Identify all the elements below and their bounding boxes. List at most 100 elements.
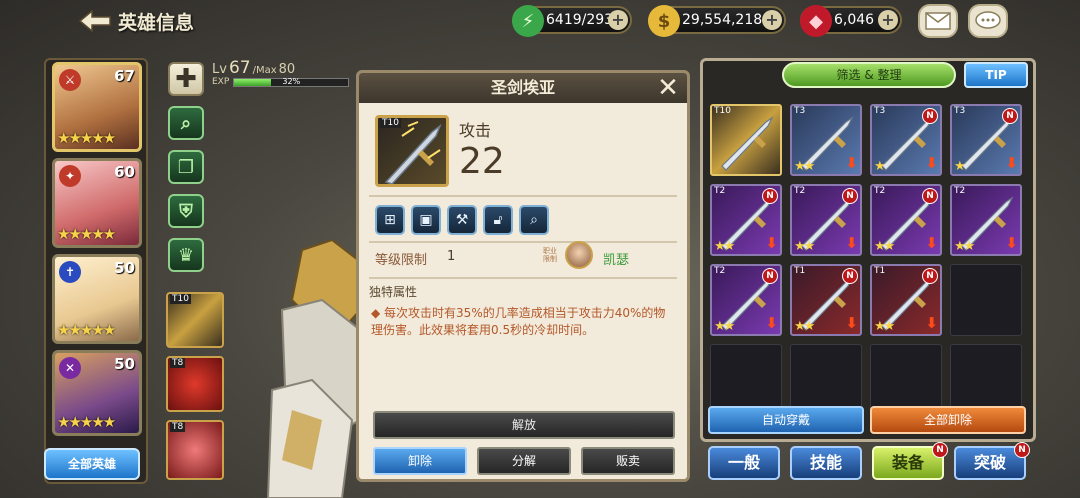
inventory-item[interactable]: T3 ★★ ⬇ xyxy=(790,104,862,176)
inventory-item[interactable]: T2 N ★★ ⬇ xyxy=(870,184,942,256)
sword-icon xyxy=(384,121,442,184)
item-stars: ★★ xyxy=(874,319,895,334)
add-gold-button[interactable]: + xyxy=(762,10,782,30)
staff-class-icon: ✦ xyxy=(59,165,81,187)
box-icon: ▣ xyxy=(419,212,433,228)
mail-button[interactable] xyxy=(918,4,958,38)
hero-stars: ★★★★★ xyxy=(57,321,116,339)
cards-button[interactable]: ❐ xyxy=(168,150,204,184)
inventory-item[interactable]: T3 N ★ ⬇ xyxy=(870,104,942,176)
exp-percent: 32% xyxy=(282,76,301,86)
box-button[interactable]: ▣ xyxy=(411,205,441,235)
tab-label: 装备 xyxy=(891,453,924,472)
stamina-value: 6419/293 xyxy=(546,12,614,28)
new-badge: N xyxy=(1014,442,1030,458)
exp-label: EXP xyxy=(212,77,230,87)
inspect-button[interactable]: ⌕ xyxy=(168,106,204,140)
search-button[interactable]: ⌕ xyxy=(519,205,549,235)
empty-slot[interactable] xyxy=(950,264,1022,336)
item-icon: T10 xyxy=(375,115,449,187)
down-arrow-icon: ⬇ xyxy=(925,234,938,252)
item-stars: ★ xyxy=(874,159,886,174)
unique-attr-title: 独特属性 xyxy=(369,285,418,299)
dismantle-button[interactable]: 分解 xyxy=(477,447,571,475)
inventory-item[interactable]: T2 N ★★ ⬇ xyxy=(710,184,782,256)
down-arrow-icon: ⬇ xyxy=(845,234,858,252)
hero-level-display: Lv 67 /Max 80 xyxy=(212,58,352,78)
tab-general[interactable]: 一般 xyxy=(708,446,780,480)
lightning-icon: ⚡ xyxy=(512,5,544,37)
enhance-button[interactable]: ⚒ xyxy=(447,205,477,235)
stamina-counter: ⚡ 6419/293 + xyxy=(512,5,632,37)
tip-button[interactable]: TIP xyxy=(964,62,1028,88)
dagger-class-icon: ✕ xyxy=(59,357,81,379)
filter-sort-button[interactable]: 筛选 & 整理 xyxy=(782,62,956,88)
plus-icon: ✚ xyxy=(175,64,197,94)
inventory-item[interactable]: T2 ★★ ⬇ xyxy=(950,184,1022,256)
hero-card[interactable]: ✕ 50 ★★★★★ xyxy=(52,350,142,436)
auto-equip-button[interactable]: 自动穿戴 xyxy=(708,406,864,434)
stat-label: 攻击 xyxy=(459,121,492,140)
new-badge: N xyxy=(842,188,858,204)
compare-button[interactable]: ⊞ xyxy=(375,205,405,235)
armor-button[interactable]: ⛨ xyxy=(168,194,204,228)
item-stars: ★ xyxy=(954,159,966,174)
item-stars: ★★ xyxy=(714,239,735,254)
tier-label: T10 xyxy=(714,106,731,116)
unequip-all-button[interactable]: 全部卸除 xyxy=(870,406,1026,434)
search-icon: ⌕ xyxy=(530,212,538,228)
inventory-item[interactable]: T10 xyxy=(710,104,782,176)
equipped-armor-slot[interactable]: T8 xyxy=(166,356,224,412)
hero-stars: ★★★★★ xyxy=(57,413,116,431)
level-limit-label: 等级限制 xyxy=(375,253,428,268)
add-stamina-button[interactable]: + xyxy=(608,10,628,30)
tier-label: T10 xyxy=(170,294,191,304)
add-gem-button[interactable]: + xyxy=(878,10,898,30)
all-heroes-button[interactable]: 全部英雄 xyxy=(44,448,140,480)
hero-stars: ★★★★★ xyxy=(57,129,116,147)
lock-button[interactable]: 🔓︎ xyxy=(483,205,513,235)
tier-label: T3 xyxy=(954,106,966,116)
item-name: 圣剑埃亚 xyxy=(359,73,687,103)
sell-button[interactable]: 贩卖 xyxy=(581,447,675,475)
hero-armor-figure xyxy=(262,238,362,498)
sword-class-icon: ⚔ xyxy=(59,69,81,91)
hero-card[interactable]: ⚔ 67 ★★★★★ xyxy=(52,62,142,152)
tab-equipment[interactable]: 装备 N xyxy=(872,442,948,480)
new-badge: N xyxy=(922,108,938,124)
equipped-weapon-slot[interactable]: T10 xyxy=(166,292,224,348)
hero-list: ⚔ 67 ★★★★★ ✦ 60 ★★★★★ ✝ 50 ★★★★★ ✕ 50 ★★… xyxy=(44,58,148,484)
release-button[interactable]: 解放 xyxy=(373,411,675,439)
tab-label: 一般 xyxy=(727,453,760,472)
down-arrow-icon: ⬇ xyxy=(925,154,938,172)
hero-card[interactable]: ✦ 60 ★★★★★ xyxy=(52,158,142,248)
class-name: 凯瑟 xyxy=(603,253,630,268)
inventory-item[interactable]: T2 N ★★ ⬇ xyxy=(790,184,862,256)
inventory-item[interactable]: T1 N ★★ ⬇ xyxy=(790,264,862,336)
equipped-accessory-slot[interactable]: T8 xyxy=(166,420,224,480)
down-arrow-icon: ⬇ xyxy=(765,234,778,252)
hero-card[interactable]: ✝ 50 ★★★★★ xyxy=(52,254,142,344)
tier-label: T1 xyxy=(794,266,806,276)
tab-label: 突破 xyxy=(973,453,1006,472)
unequip-button[interactable]: 卸除 xyxy=(373,447,467,475)
chat-button[interactable] xyxy=(968,4,1008,38)
unique-attr-description: ◆ 每次攻击时有35%的几率造成相当于攻击力40%的物理伤害。此效果将套用0.5… xyxy=(371,306,666,337)
add-button[interactable]: ✚ xyxy=(168,62,204,96)
inventory-item[interactable]: T1 N ★★ ⬇ xyxy=(870,264,942,336)
tier-label: T2 xyxy=(714,266,726,276)
tier-label: T8 xyxy=(170,358,186,368)
costume-button[interactable]: ♛ xyxy=(168,238,204,272)
current-level: 67 xyxy=(228,58,251,78)
new-badge: N xyxy=(1002,108,1018,124)
gem-counter: ◆ 6,046 + xyxy=(800,5,902,37)
back-button[interactable]: 英雄信息 xyxy=(78,6,214,36)
close-icon[interactable]: ✕ xyxy=(655,75,681,101)
down-arrow-icon: ⬇ xyxy=(845,154,858,172)
ruby-gem-icon: ◆ xyxy=(800,5,832,37)
inventory-item[interactable]: T3 N ★ ⬇ xyxy=(950,104,1022,176)
tab-breakthrough[interactable]: 突破 N xyxy=(954,442,1030,480)
inventory-item[interactable]: T2 N ★★ ⬇ xyxy=(710,264,782,336)
item-stars: ★★ xyxy=(794,159,815,174)
tab-skills[interactable]: 技能 xyxy=(790,446,862,480)
